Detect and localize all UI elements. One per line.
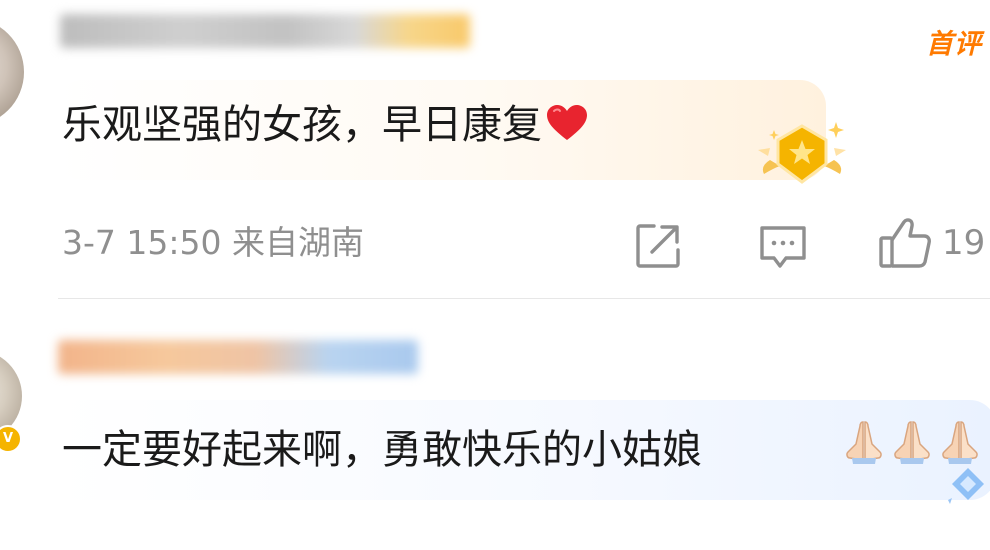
comment-divider — [58, 298, 990, 299]
like-count: 19 — [942, 223, 986, 263]
share-icon — [636, 224, 680, 268]
comment-feed: 首评 乐观坚强的女孩，早日康复 3-7 15:50 来自湖南 19 V 一定要好… — [0, 0, 990, 550]
like-button[interactable]: 19 — [878, 216, 985, 270]
emoji-row — [842, 418, 982, 466]
username-blurred[interactable] — [58, 340, 418, 374]
user-avatar[interactable] — [0, 18, 24, 126]
first-comment-tag: 首评 — [926, 29, 982, 60]
comment-meta: 3-7 15:50 来自湖南 — [62, 223, 364, 262]
verified-badge: V — [0, 425, 22, 453]
folded-hands-icon — [942, 421, 978, 464]
reply-button[interactable] — [758, 224, 808, 270]
comment-icon — [760, 226, 806, 268]
comment-text: 乐观坚强的女孩，早日康复 — [62, 104, 588, 145]
folded-hands-icon — [846, 421, 882, 464]
thumbs-up-icon — [879, 218, 931, 268]
medal-icon — [758, 122, 846, 184]
username-blurred[interactable] — [60, 14, 470, 48]
red-heart-icon — [547, 105, 587, 140]
comment-text: 一定要好起来啊，勇敢快乐的小姑娘 — [62, 427, 702, 473]
share-button[interactable] — [634, 222, 682, 270]
diamond-decoration-icon — [948, 468, 984, 504]
folded-hands-icon — [894, 421, 930, 464]
